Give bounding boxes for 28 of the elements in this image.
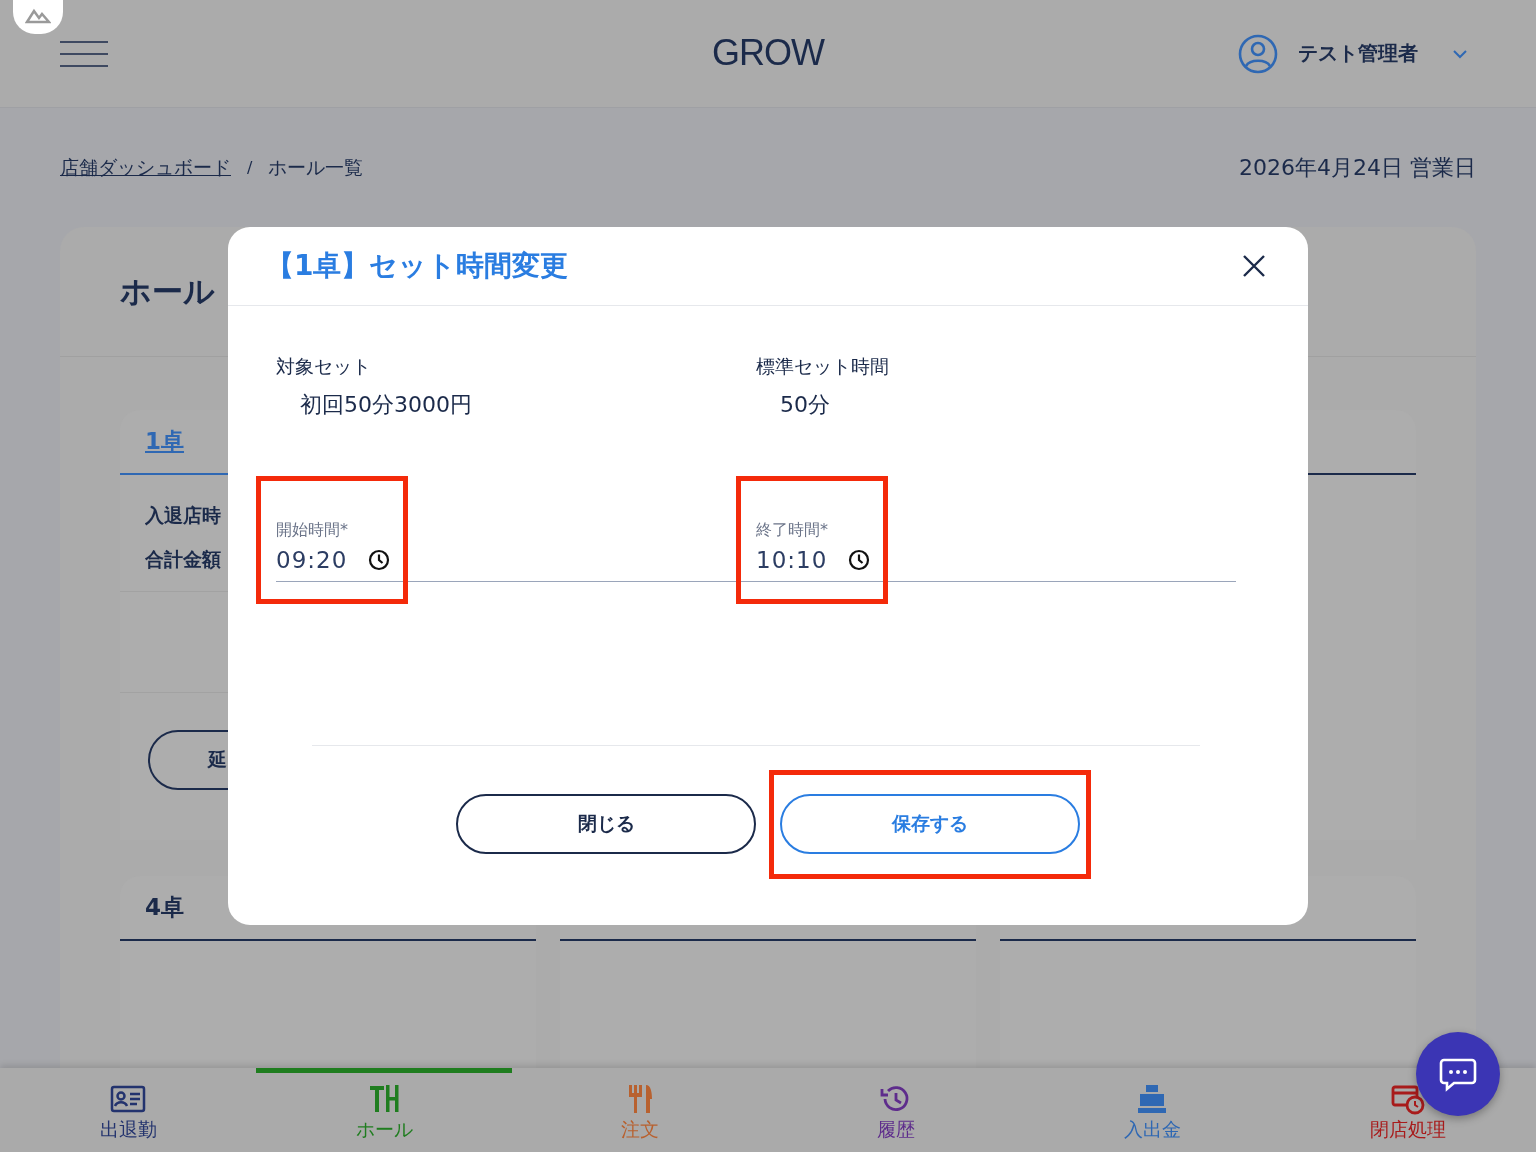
close-button[interactable]: 閉じる bbox=[456, 794, 756, 854]
panel-heading: ホール bbox=[120, 271, 215, 311]
info-value: 初回50分3000円 bbox=[299, 391, 473, 419]
table-tab[interactable]: 4卓 bbox=[145, 892, 184, 923]
nav-tab[interactable]: 閉店処理 bbox=[1280, 1068, 1536, 1152]
clock-icon[interactable] bbox=[847, 548, 872, 572]
time-field[interactable]: 終了時間* 10:10 bbox=[756, 520, 872, 581]
nav-tab[interactable]: 履歴 bbox=[768, 1068, 1024, 1152]
modal-title: 【1卓】セット時間変更 bbox=[266, 248, 569, 284]
clock-icon[interactable] bbox=[367, 548, 392, 572]
row-label: 入退店時 bbox=[145, 503, 222, 528]
info-label: 標準セット時間 bbox=[756, 354, 890, 379]
breadcrumb-link[interactable]: 店舗ダッシュボード bbox=[60, 154, 231, 181]
nav-tab[interactable]: 出退勤 bbox=[0, 1068, 256, 1152]
menu-icon[interactable] bbox=[60, 40, 108, 67]
close-icon[interactable] bbox=[1242, 254, 1266, 278]
info-label: 対象セット bbox=[276, 354, 372, 379]
breadcrumb-current[interactable]: ホール一覧 bbox=[268, 154, 364, 181]
breadcrumb-separator: / bbox=[247, 158, 253, 177]
user-name[interactable]: テスト管理者 bbox=[1298, 40, 1418, 67]
business-date: 2026年4月24日 営業日 bbox=[1239, 153, 1476, 182]
row-label: 合計金額 bbox=[145, 547, 222, 572]
chat-icon bbox=[1438, 1056, 1478, 1092]
time-field[interactable]: 開始時間* 09:20 bbox=[276, 520, 392, 581]
info-value: 50分 bbox=[779, 391, 831, 419]
app-title: GROW bbox=[712, 31, 824, 75]
save-button[interactable]: 保存する bbox=[780, 794, 1080, 854]
logo-icon[interactable] bbox=[13, 0, 63, 34]
